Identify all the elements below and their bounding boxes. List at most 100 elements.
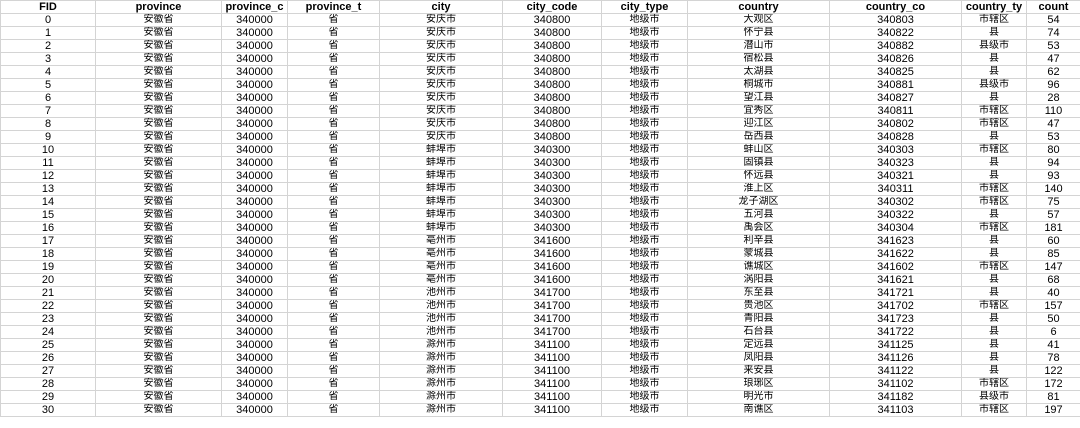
cell-country-ty[interactable]: 县	[961, 130, 1027, 144]
cell-FID[interactable]: 9	[0, 130, 96, 144]
cell-city[interactable]: 蚌埠市	[379, 221, 503, 235]
cell-city[interactable]: 池州市	[379, 312, 503, 326]
cell-province-t[interactable]: 省	[287, 221, 380, 235]
cell-country-ty[interactable]: 市辖区	[961, 13, 1027, 27]
cell-country[interactable]: 大观区	[687, 13, 830, 27]
cell-country-ty[interactable]: 县	[961, 26, 1027, 40]
cell-FID[interactable]: 12	[0, 169, 96, 183]
cell-city[interactable]: 亳州市	[379, 260, 503, 274]
cell-province-t[interactable]: 省	[287, 286, 380, 300]
table-row[interactable]: 3 安徽省 340000 省安庆市 340800 地级市 宿松县 340826 县 47	[0, 52, 1080, 66]
cell-province-t[interactable]: 省	[287, 26, 380, 40]
cell-FID[interactable]: 24	[0, 325, 96, 339]
cell-FID[interactable]: 5	[0, 78, 96, 92]
cell-province-c[interactable]: 340000	[221, 182, 288, 196]
cell-city[interactable]: 安庆市	[379, 39, 503, 53]
table-row[interactable]: 4 安徽省 340000 省安庆市 340800 地级市 太湖县 340825 县 62	[0, 65, 1080, 79]
cell-country[interactable]: 禹会区	[687, 221, 830, 235]
cell-province-t[interactable]: 省	[287, 312, 380, 326]
cell-country-co[interactable]: 340302	[829, 195, 962, 209]
cell-province-c[interactable]: 340000	[221, 325, 288, 339]
cell-FID[interactable]: 18	[0, 247, 96, 261]
cell-city-code[interactable]: 341100	[502, 403, 602, 417]
cell-city-code[interactable]: 340300	[502, 195, 602, 209]
cell-city-code[interactable]: 341600	[502, 234, 602, 248]
table-row[interactable]: 0 安徽省 340000 省安庆市 340800 地级市 大观区 340803 市辖区 54	[0, 13, 1080, 27]
cell-country-co[interactable]: 340881	[829, 78, 962, 92]
cell-country-ty[interactable]: 县	[961, 52, 1027, 66]
column-header-count[interactable]: count	[1026, 0, 1080, 14]
cell-province-c[interactable]: 340000	[221, 299, 288, 313]
cell-city-code[interactable]: 340300	[502, 182, 602, 196]
cell-province-t[interactable]: 省	[287, 117, 380, 131]
cell-province-t[interactable]: 省	[287, 234, 380, 248]
cell-city-type[interactable]: 地级市	[601, 286, 688, 300]
cell-count[interactable]: 157	[1026, 299, 1080, 313]
cell-country-co[interactable]: 340323	[829, 156, 962, 170]
cell-count[interactable]: 54	[1026, 13, 1080, 27]
cell-FID[interactable]: 17	[0, 234, 96, 248]
cell-province-c[interactable]: 340000	[221, 208, 288, 222]
cell-city-type[interactable]: 地级市	[601, 13, 688, 27]
cell-province[interactable]: 安徽省	[95, 52, 222, 66]
cell-country-ty[interactable]: 县	[961, 351, 1027, 365]
cell-country[interactable]: 来安县	[687, 364, 830, 378]
table-row[interactable]: 8 安徽省 340000 省安庆市 340800 地级市 迎江区 340802 市辖区 47	[0, 117, 1080, 131]
cell-count[interactable]: 110	[1026, 104, 1080, 118]
cell-city[interactable]: 滁州市	[379, 390, 503, 404]
cell-city[interactable]: 蚌埠市	[379, 156, 503, 170]
column-header-FID[interactable]: FID	[0, 0, 96, 14]
cell-province-c[interactable]: 340000	[221, 156, 288, 170]
cell-province-t[interactable]: 省	[287, 130, 380, 144]
cell-country-co[interactable]: 340882	[829, 39, 962, 53]
cell-province[interactable]: 安徽省	[95, 182, 222, 196]
cell-country-ty[interactable]: 县	[961, 156, 1027, 170]
cell-city[interactable]: 亳州市	[379, 247, 503, 261]
cell-FID[interactable]: 11	[0, 156, 96, 170]
cell-province[interactable]: 安徽省	[95, 364, 222, 378]
cell-FID[interactable]: 19	[0, 260, 96, 274]
cell-FID[interactable]: 26	[0, 351, 96, 365]
table-row[interactable]: 6 安徽省 340000 省安庆市 340800 地级市 望江县 340827 县 28	[0, 91, 1080, 105]
cell-FID[interactable]: 13	[0, 182, 96, 196]
cell-country-co[interactable]: 341122	[829, 364, 962, 378]
cell-count[interactable]: 78	[1026, 351, 1080, 365]
cell-FID[interactable]: 22	[0, 299, 96, 313]
cell-province[interactable]: 安徽省	[95, 312, 222, 326]
cell-city[interactable]: 滁州市	[379, 351, 503, 365]
cell-province-c[interactable]: 340000	[221, 169, 288, 183]
cell-country[interactable]: 明光市	[687, 390, 830, 404]
cell-province[interactable]: 安徽省	[95, 234, 222, 248]
table-row[interactable]: 15 安徽省 340000 省蚌埠市 340300 地级市 五河县 340322 县 57	[0, 208, 1080, 222]
cell-city-type[interactable]: 地级市	[601, 208, 688, 222]
cell-city-code[interactable]: 341100	[502, 377, 602, 391]
cell-province-t[interactable]: 省	[287, 13, 380, 27]
cell-city-type[interactable]: 地级市	[601, 338, 688, 352]
cell-province-c[interactable]: 340000	[221, 52, 288, 66]
cell-province[interactable]: 安徽省	[95, 221, 222, 235]
cell-city-type[interactable]: 地级市	[601, 117, 688, 131]
cell-country-ty[interactable]: 县级市	[961, 39, 1027, 53]
table-row[interactable]: 17 安徽省 340000 省亳州市 341600 地级市 利辛县 341623 县 60	[0, 234, 1080, 248]
cell-count[interactable]: 57	[1026, 208, 1080, 222]
cell-city-type[interactable]: 地级市	[601, 169, 688, 183]
cell-province[interactable]: 安徽省	[95, 338, 222, 352]
cell-country[interactable]: 石台县	[687, 325, 830, 339]
table-row[interactable]: 23 安徽省 340000 省池州市 341700 地级市 青阳县 341723 县 50	[0, 312, 1080, 326]
cell-country[interactable]: 凤阳县	[687, 351, 830, 365]
cell-city-code[interactable]: 340800	[502, 39, 602, 53]
table-row[interactable]: 26 安徽省 340000 省滁州市 341100 地级市 凤阳县 341126 县 78	[0, 351, 1080, 365]
cell-count[interactable]: 41	[1026, 338, 1080, 352]
cell-province-t[interactable]: 省	[287, 377, 380, 391]
cell-city-type[interactable]: 地级市	[601, 390, 688, 404]
cell-city[interactable]: 亳州市	[379, 234, 503, 248]
cell-country-co[interactable]: 340802	[829, 117, 962, 131]
cell-province-t[interactable]: 省	[287, 39, 380, 53]
cell-province[interactable]: 安徽省	[95, 26, 222, 40]
cell-count[interactable]: 50	[1026, 312, 1080, 326]
cell-city-type[interactable]: 地级市	[601, 351, 688, 365]
cell-province[interactable]: 安徽省	[95, 403, 222, 417]
cell-country[interactable]: 涡阳县	[687, 273, 830, 287]
cell-country-co[interactable]: 341621	[829, 273, 962, 287]
cell-province[interactable]: 安徽省	[95, 299, 222, 313]
